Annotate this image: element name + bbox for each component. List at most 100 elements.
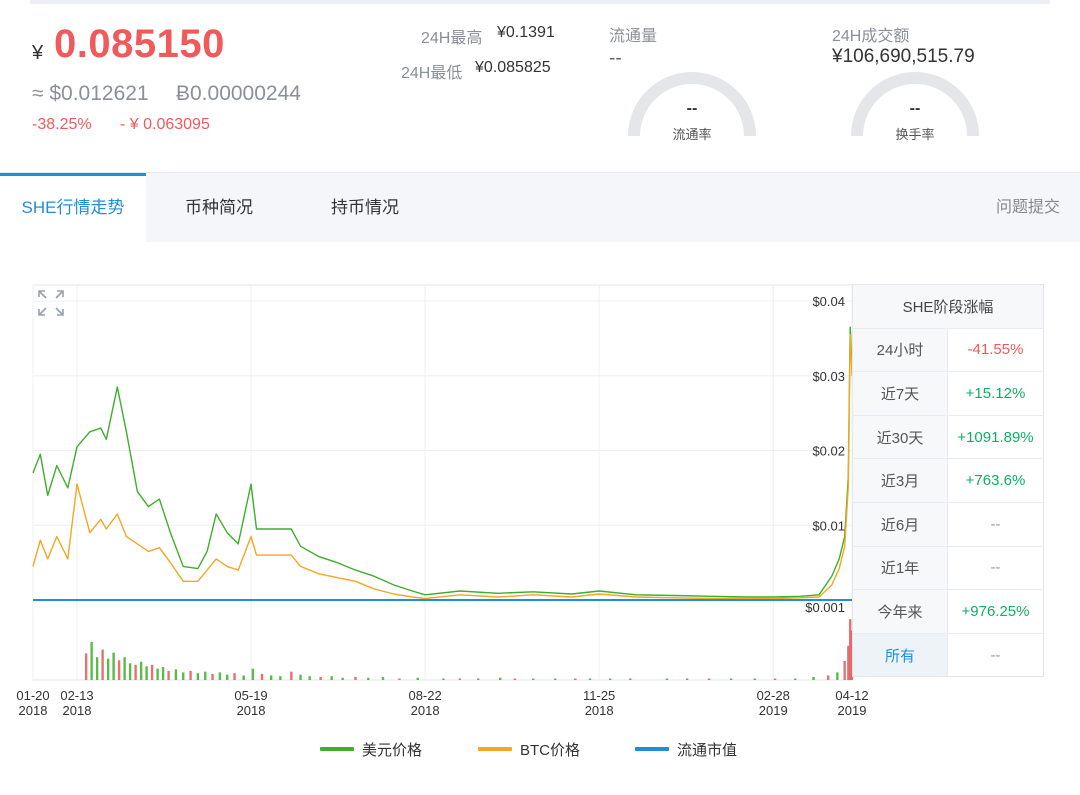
- tab-market-trend[interactable]: SHE行情走势: [0, 173, 146, 243]
- volume-bar: [826, 675, 830, 680]
- volume-bar: [112, 652, 115, 680]
- x-tick-label: 2018: [411, 703, 440, 718]
- volume-bar: [381, 676, 385, 680]
- feedback-link[interactable]: 问题提交: [996, 173, 1060, 243]
- legend-usd-price[interactable]: 美元价格: [320, 740, 422, 759]
- volume-bar: [161, 667, 165, 680]
- volume-bar: [299, 674, 302, 680]
- volume-bar: [574, 678, 577, 680]
- legend-btc-price[interactable]: BTC价格: [478, 740, 581, 759]
- price-usd: ≈ $0.012621: [32, 82, 149, 105]
- period-label[interactable]: 所有: [852, 633, 948, 677]
- legend-market-cap[interactable]: 流通市值: [635, 740, 737, 759]
- volume-bar: [707, 678, 711, 680]
- period-value: --: [947, 502, 1044, 547]
- volume-bar: [269, 675, 273, 680]
- volume-bar: [84, 653, 88, 680]
- table-row[interactable]: 近6月 --: [852, 502, 1044, 547]
- period-value: +763.6%: [947, 458, 1044, 503]
- volume-bar: [150, 664, 154, 680]
- volume-title: 24H成交额: [832, 28, 910, 45]
- change-amount: - ¥ 0.063095: [120, 116, 210, 133]
- volume-bar: [753, 678, 757, 680]
- tab-coin-overview[interactable]: 币种简况: [146, 173, 292, 243]
- volume-bar: [685, 678, 689, 680]
- legend-swatch: [320, 747, 354, 751]
- high-24h-label: 24H最高: [421, 30, 483, 47]
- expand-icon[interactable]: [36, 288, 66, 318]
- volume-bar: [729, 678, 733, 680]
- volume-bar: [242, 675, 245, 680]
- x-tick-label: 01-20: [16, 688, 49, 703]
- low-24h-value: ¥0.085825: [475, 59, 551, 76]
- period-label[interactable]: 近30天: [852, 415, 948, 460]
- volume-bar: [477, 678, 480, 680]
- period-label[interactable]: 今年来: [852, 589, 948, 634]
- circulation-gauge-label: 流通率: [672, 127, 712, 142]
- price-currency-symbol: ¥: [32, 42, 44, 64]
- period-label[interactable]: 近6月: [852, 502, 948, 547]
- y-tick-label: $0.01: [812, 518, 845, 533]
- chart-frame: [32, 284, 853, 681]
- table-row[interactable]: 近3月 +763.6%: [852, 458, 1044, 503]
- volume-bar: [319, 676, 322, 680]
- volume-bar: [123, 657, 126, 680]
- volume-bar: [233, 673, 236, 680]
- volume-bar: [665, 678, 669, 680]
- circulation-gauge-value: --: [686, 100, 698, 117]
- period-value: --: [947, 546, 1044, 591]
- x-tick-label: 08-22: [408, 688, 441, 703]
- period-label[interactable]: 近7天: [852, 371, 948, 416]
- current-price: 0.085150: [54, 22, 225, 66]
- volume-bar: [167, 670, 170, 680]
- x-tick-label: 02-28: [757, 688, 790, 703]
- table-row[interactable]: 近30天 +1091.89%: [852, 415, 1044, 460]
- volume-bar: [773, 678, 777, 680]
- volume-bar: [442, 678, 445, 680]
- price-btc: Ƀ0.00000244: [176, 82, 301, 105]
- change-percent: -38.25%: [32, 116, 92, 133]
- volume-bar: [174, 669, 178, 680]
- tab-holdings[interactable]: 持币情况: [292, 173, 438, 243]
- period-value: --: [990, 646, 1001, 664]
- volume-bar: [101, 649, 104, 680]
- volume-bar: [128, 663, 132, 680]
- period-value: +1091.89%: [947, 415, 1044, 460]
- circulation-value: --: [609, 48, 622, 69]
- volume-bar: [189, 670, 192, 680]
- period-label[interactable]: 近3月: [852, 458, 948, 503]
- volume-bar: [458, 678, 462, 680]
- volume-bar: [279, 676, 282, 680]
- y-tick-label: $0.02: [812, 444, 845, 459]
- legend-label: BTC价格: [520, 741, 581, 759]
- volume-tick-label: $0.001: [805, 600, 845, 615]
- volume-bar: [330, 676, 333, 680]
- table-row[interactable]: 所有 --: [852, 633, 1044, 677]
- period-label[interactable]: 24小时: [852, 328, 948, 373]
- volume-bar: [106, 658, 110, 680]
- volume-bar: [156, 668, 159, 680]
- x-tick-label: 2019: [759, 703, 788, 718]
- y-tick-label: $0.04: [812, 294, 845, 309]
- volume-bar: [553, 678, 557, 680]
- volume-bar: [182, 672, 185, 680]
- table-row[interactable]: 今年来 +976.25%: [852, 589, 1044, 634]
- volume-bar: [836, 672, 839, 680]
- period-label[interactable]: 近1年: [852, 546, 948, 591]
- legend-swatch: [635, 747, 669, 751]
- y-tick-label: $0.03: [812, 369, 845, 384]
- x-tick-label: 2018: [19, 703, 48, 718]
- volume-value: ¥106,690,515.79: [832, 46, 975, 67]
- volume-bar: [513, 678, 517, 680]
- volume-bar: [499, 677, 502, 680]
- table-row[interactable]: 近7天 +15.12%: [852, 371, 1044, 416]
- volume-bar: [812, 676, 815, 680]
- table-row[interactable]: 24小时 -41.55%: [852, 328, 1044, 373]
- volume-bar: [308, 676, 311, 680]
- volume-bar: [588, 678, 592, 680]
- volume-bar: [629, 678, 632, 680]
- x-tick-label: 02-13: [60, 688, 93, 703]
- table-row[interactable]: 近1年 --: [852, 546, 1044, 591]
- volume-bar: [794, 678, 797, 680]
- volume-bar: [211, 673, 214, 680]
